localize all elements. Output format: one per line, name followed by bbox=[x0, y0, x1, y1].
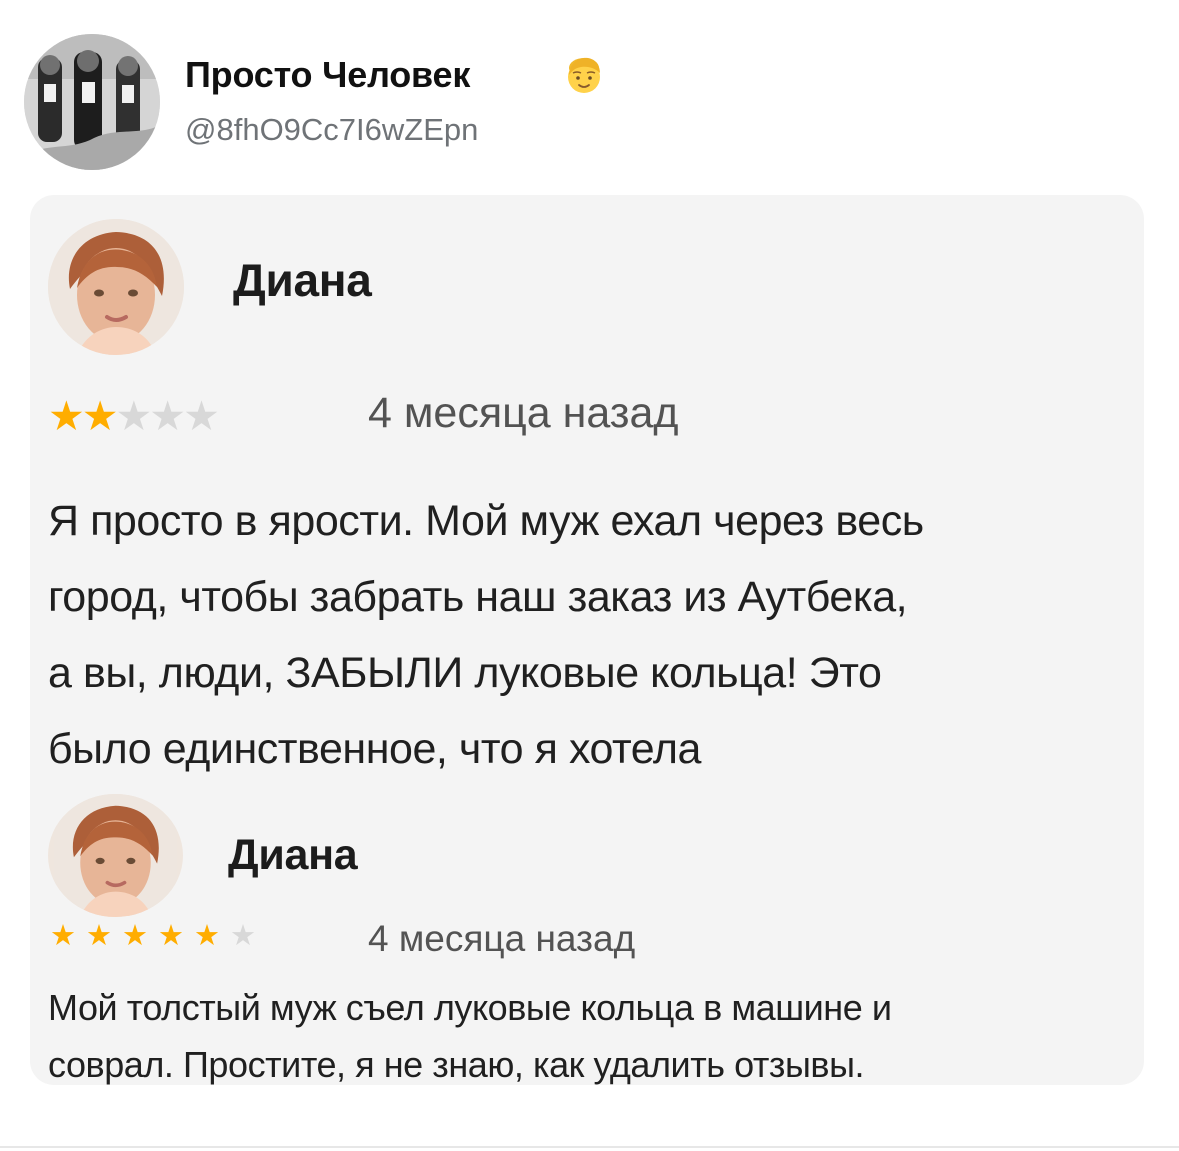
star-icon: ★ bbox=[149, 393, 186, 439]
star-icon: ★ bbox=[50, 920, 86, 952]
review-text-line: а вы, люди, ЗАБЫЛИ луковые кольца! Это bbox=[48, 649, 882, 697]
review-screenshot-card: Диана ★★★★★ 4 месяца назад Я просто в яр… bbox=[30, 195, 1144, 1085]
post-header: Просто Человек @8fhO9Cc7I6wZEpn bbox=[24, 34, 1144, 174]
group-photo-avatar[interactable] bbox=[24, 34, 160, 170]
star-icon: ★ bbox=[183, 393, 220, 439]
star-icon: ★ bbox=[122, 920, 158, 952]
review-text-line: соврал. Простите, я не знаю, как удалить… bbox=[48, 1044, 865, 1085]
review-text: Я просто в ярости. Мой муж ехал через ве… bbox=[48, 483, 924, 787]
reviewer-name[interactable]: Диана bbox=[228, 831, 358, 880]
reviewer-name[interactable]: Диана bbox=[233, 253, 372, 307]
review-text-line: Я просто в ярости. Мой муж ехал через ве… bbox=[48, 497, 924, 545]
reviewer-avatar bbox=[48, 794, 183, 917]
star-icon: ★ bbox=[48, 393, 85, 439]
star-rating: ★★★★★★ bbox=[50, 920, 266, 953]
review-text: Мой толстый муж съел луковые кольца в ма… bbox=[48, 979, 892, 1085]
review-text-line: было единственное, что я хотела bbox=[48, 725, 701, 773]
star-icon: ★ bbox=[158, 920, 194, 952]
review-time: 4 месяца назад bbox=[368, 389, 679, 437]
review-text-line: город, чтобы забрать наш заказ из Аутбек… bbox=[48, 573, 908, 621]
star-icon: ★ bbox=[115, 393, 153, 439]
man-emoji-icon bbox=[563, 51, 605, 99]
star-icon: ★ bbox=[86, 920, 122, 952]
divider bbox=[0, 1146, 1179, 1148]
star-icon: ★ bbox=[230, 920, 266, 952]
author-handle[interactable]: @8fhO9Cc7I6wZEpn bbox=[185, 112, 478, 148]
review-time: 4 месяца назад bbox=[368, 918, 636, 959]
star-rating: ★★★★★ bbox=[48, 393, 220, 440]
star-icon: ★ bbox=[194, 920, 230, 952]
star-icon: ★ bbox=[81, 393, 119, 439]
reviewer-avatar bbox=[48, 219, 184, 355]
author-display-name[interactable]: Просто Человек bbox=[185, 54, 470, 96]
review-text-line: Мой толстый муж съел луковые кольца в ма… bbox=[48, 987, 892, 1028]
